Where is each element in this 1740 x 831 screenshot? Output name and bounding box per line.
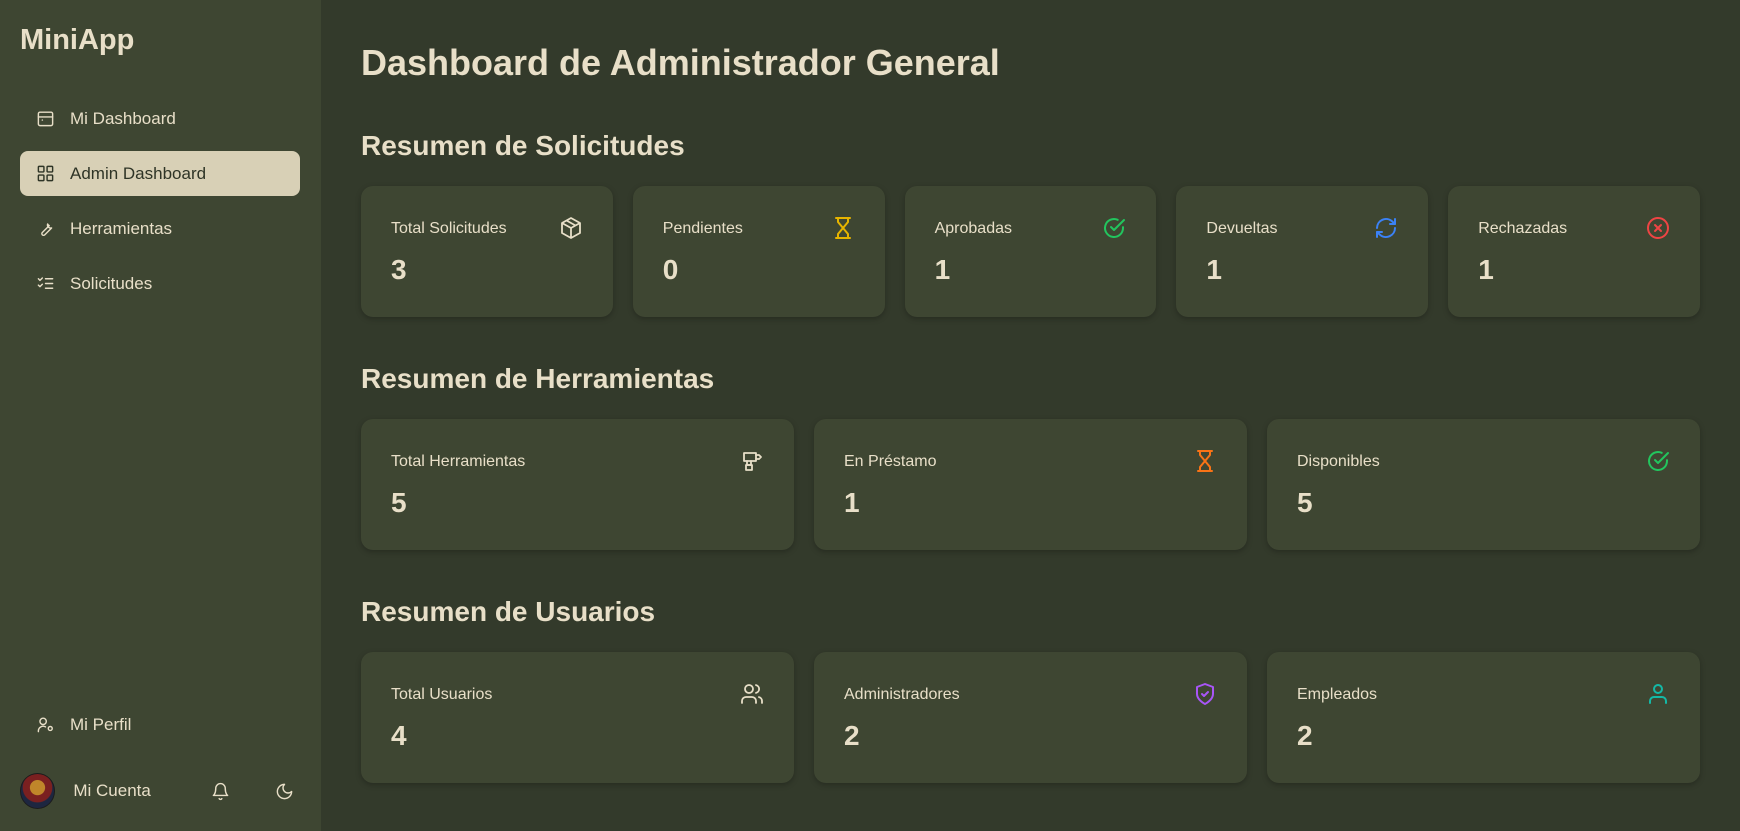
card-label: En Préstamo	[844, 453, 937, 470]
sidebar-item-herramientas[interactable]: Herramientas	[20, 206, 300, 251]
sidebar-item-label: Solicitudes	[70, 273, 153, 293]
avatar[interactable]	[20, 773, 56, 809]
stat-card-aprobadas: Aprobadas 1	[904, 186, 1157, 317]
user-cog-icon	[35, 715, 55, 735]
sidebar-item-label: Herramientas	[70, 218, 173, 238]
refresh-icon	[1374, 216, 1398, 240]
card-label: Total Solicitudes	[391, 220, 507, 237]
card-label: Pendientes	[662, 220, 743, 237]
main-content: Dashboard de Administrador General Resum…	[321, 0, 1740, 831]
moon-icon[interactable]	[269, 775, 300, 807]
card-label: Administradores	[844, 686, 960, 703]
stat-card-total-solicitudes: Total Solicitudes 3	[361, 186, 613, 317]
hourglass-icon	[1193, 449, 1217, 473]
calendar-icon	[35, 109, 55, 129]
card-value: 0	[662, 254, 679, 285]
x-circle-icon	[1646, 216, 1670, 240]
stat-card-total-usuarios: Total Usuarios 4	[361, 652, 794, 783]
card-value: 5	[1297, 487, 1313, 518]
card-label: Rechazadas	[1478, 220, 1568, 237]
sidebar: MiniApp Mi Dashboard Admin Dashboard Her…	[0, 0, 321, 831]
card-value: 1	[844, 487, 860, 518]
card-value: 1	[1206, 254, 1222, 285]
check-circle-icon	[1646, 449, 1670, 473]
sidebar-item-label: Admin Dashboard	[70, 163, 207, 183]
sidebar-item-solicitudes[interactable]: Solicitudes	[20, 261, 300, 306]
card-value: 1	[934, 254, 951, 285]
stat-card-en-prestamo: En Préstamo 1	[814, 419, 1247, 550]
check-circle-icon	[1102, 216, 1126, 240]
card-value: 5	[391, 487, 407, 518]
card-value: 2	[844, 720, 860, 751]
sidebar-item-mi-dashboard[interactable]: Mi Dashboard	[20, 96, 300, 141]
card-value: 4	[391, 720, 407, 751]
sidebar-item-admin-dashboard[interactable]: Admin Dashboard	[20, 151, 300, 196]
stat-card-pendientes: Pendientes 0	[632, 186, 885, 317]
page-title: Dashboard de Administrador General	[361, 42, 1000, 83]
card-label: Total Herramientas	[391, 453, 526, 470]
sidebar-item-label: Mi Dashboard	[70, 108, 176, 128]
sidebar-item-mi-perfil[interactable]: Mi Perfil	[20, 702, 300, 747]
card-value: 1	[1478, 254, 1494, 285]
stat-card-administradores: Administradores 2	[814, 652, 1247, 783]
sidebar-item-label: Mi Perfil	[70, 714, 132, 734]
wrench-icon	[35, 219, 55, 239]
card-label: Aprobadas	[934, 220, 1012, 237]
hourglass-icon	[831, 216, 855, 240]
bell-icon[interactable]	[205, 775, 236, 807]
card-value: 2	[1297, 720, 1313, 751]
app-brand: MiniApp	[20, 24, 135, 56]
usuarios-cards: Total Usuarios 4 Administradores 2 Emple…	[361, 652, 1700, 783]
section-title-herramientas: Resumen de Herramientas	[361, 363, 715, 394]
stat-card-disponibles: Disponibles 5	[1267, 419, 1700, 550]
list-checks-icon	[35, 274, 55, 294]
package-icon	[559, 216, 583, 240]
shield-check-icon	[1193, 682, 1217, 706]
drill-icon	[740, 449, 764, 473]
section-title-usuarios: Resumen de Usuarios	[361, 596, 656, 627]
herramientas-cards: Total Herramientas 5 En Préstamo 1 Dispo…	[361, 419, 1700, 550]
account-bar: Mi Cuenta	[20, 771, 300, 811]
card-label: Disponibles	[1297, 453, 1380, 470]
stat-card-empleados: Empleados 2	[1267, 652, 1700, 783]
card-value: 3	[391, 254, 407, 285]
card-label: Empleados	[1297, 686, 1378, 703]
card-label: Devueltas	[1206, 220, 1278, 237]
user-icon	[1646, 682, 1670, 706]
stat-card-total-herramientas: Total Herramientas 5	[361, 419, 794, 550]
account-name[interactable]: Mi Cuenta	[73, 781, 181, 801]
users-icon	[740, 682, 764, 706]
card-label: Total Usuarios	[391, 686, 493, 703]
stat-card-rechazadas: Rechazadas 1	[1448, 186, 1700, 317]
section-title-solicitudes: Resumen de Solicitudes	[361, 130, 685, 161]
sidebar-nav: Mi Dashboard Admin Dashboard Herramienta…	[20, 96, 300, 316]
layout-grid-icon	[35, 164, 55, 184]
stat-card-devueltas: Devueltas 1	[1176, 186, 1429, 317]
solicitudes-cards: Total Solicitudes 3 Pendientes 0 Aprobad…	[361, 186, 1700, 317]
